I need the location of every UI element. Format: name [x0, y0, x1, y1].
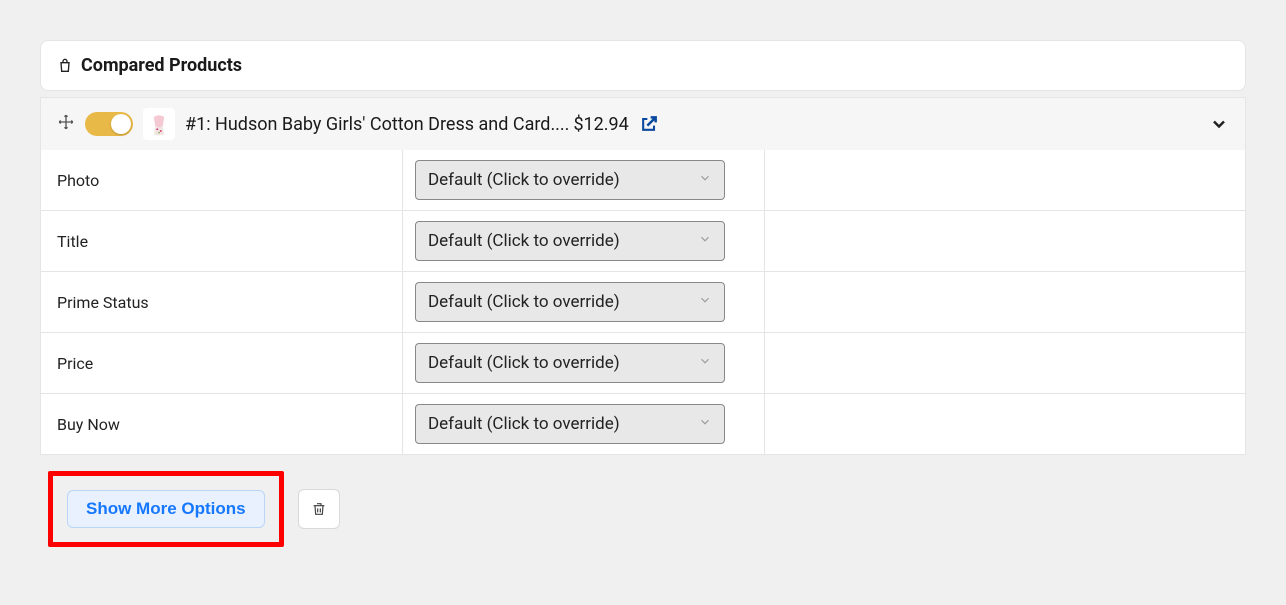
- options-table: Photo Default (Click to override) Title …: [40, 150, 1246, 455]
- override-select[interactable]: Default (Click to override): [415, 282, 725, 322]
- compared-products-card: Compared Products: [40, 40, 1246, 91]
- empty-cell: [765, 333, 1245, 393]
- card-title: Compared Products: [81, 55, 242, 76]
- toggle-switch[interactable]: [85, 112, 133, 136]
- highlight-annotation: Show More Options: [48, 471, 284, 547]
- table-row: Prime Status Default (Click to override): [41, 272, 1245, 333]
- row-label: Price: [41, 333, 403, 393]
- table-row: Price Default (Click to override): [41, 333, 1245, 394]
- drag-handle-icon[interactable]: [57, 113, 75, 135]
- card-header: Compared Products: [41, 41, 1245, 90]
- select-value: Default (Click to override): [428, 414, 620, 434]
- select-value: Default (Click to override): [428, 170, 620, 190]
- table-row: Buy Now Default (Click to override): [41, 394, 1245, 454]
- empty-cell: [765, 394, 1245, 454]
- select-value: Default (Click to override): [428, 292, 620, 312]
- show-more-options-button[interactable]: Show More Options: [67, 490, 265, 528]
- delete-button[interactable]: [298, 489, 340, 529]
- chevron-down-icon: [698, 353, 712, 373]
- empty-cell: [765, 150, 1245, 210]
- bag-icon: [57, 58, 73, 74]
- chevron-down-icon: [698, 231, 712, 251]
- override-select[interactable]: Default (Click to override): [415, 404, 725, 444]
- row-label: Title: [41, 211, 403, 271]
- product-title: #1: Hudson Baby Girls' Cotton Dress and …: [185, 114, 569, 135]
- row-label: Photo: [41, 150, 403, 210]
- table-row: Title Default (Click to override): [41, 211, 1245, 272]
- override-select[interactable]: Default (Click to override): [415, 343, 725, 383]
- empty-cell: [765, 272, 1245, 332]
- override-select[interactable]: Default (Click to override): [415, 221, 725, 261]
- toggle-knob: [111, 114, 131, 134]
- product-thumbnail: [143, 108, 175, 140]
- select-value: Default (Click to override): [428, 231, 620, 251]
- empty-cell: [765, 211, 1245, 271]
- product-label: #1: Hudson Baby Girls' Cotton Dress and …: [185, 114, 659, 135]
- footer-row: Show More Options: [40, 455, 1246, 565]
- select-value: Default (Click to override): [428, 353, 620, 373]
- row-label: Buy Now: [41, 394, 403, 454]
- external-link-icon[interactable]: [639, 114, 659, 134]
- row-label: Prime Status: [41, 272, 403, 332]
- table-row: Photo Default (Click to override): [41, 150, 1245, 211]
- product-price: $12.94: [573, 114, 628, 135]
- product-header-row[interactable]: #1: Hudson Baby Girls' Cotton Dress and …: [40, 97, 1246, 150]
- chevron-down-icon[interactable]: [1209, 114, 1229, 134]
- chevron-down-icon: [698, 292, 712, 312]
- chevron-down-icon: [698, 414, 712, 434]
- chevron-down-icon: [698, 170, 712, 190]
- override-select[interactable]: Default (Click to override): [415, 160, 725, 200]
